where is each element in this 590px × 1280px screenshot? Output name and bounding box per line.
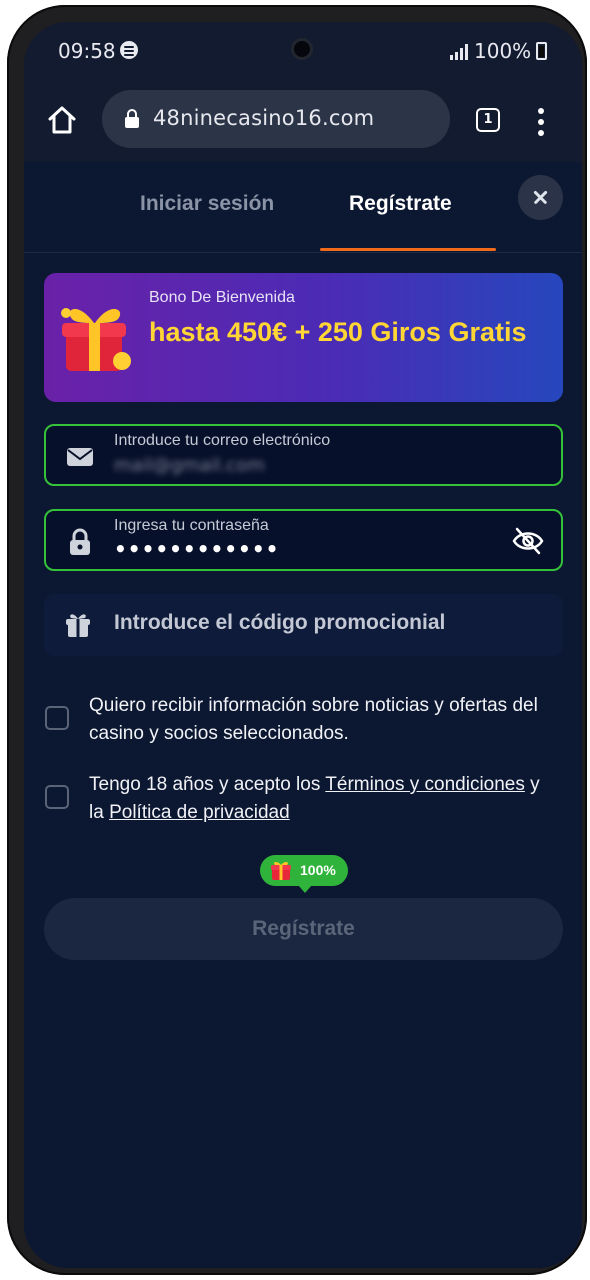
- privacy-link[interactable]: Política de privacidad: [109, 802, 290, 823]
- signal-icon: [450, 44, 470, 60]
- gift-icon: [66, 614, 90, 637]
- promo-code-field[interactable]: Introduce el código promocionial: [44, 594, 563, 656]
- phone-frame: 09:58 100% 48ninecasino16.com 1 Iniciar …: [7, 5, 587, 1275]
- tab-register[interactable]: Regístrate: [349, 192, 452, 216]
- gift-box-icon: [61, 308, 131, 371]
- camera-cutout: [294, 41, 310, 57]
- email-field[interactable]: Introduce tu correo electrónico mail@gma…: [44, 424, 563, 486]
- password-value: ••••••••••••: [114, 537, 280, 561]
- home-icon[interactable]: [46, 104, 78, 136]
- terms-text-prefix: Tengo 18 años y acepto los: [89, 774, 326, 795]
- bonus-title: hasta 450€ + 250 Giros Gratis: [149, 317, 527, 347]
- envelope-icon: [67, 448, 93, 466]
- password-label: Ingresa tu contraseña: [114, 517, 269, 534]
- hide-password-icon[interactable]: [512, 527, 544, 555]
- newsletter-consent: Quiero recibir información sobre noticia…: [44, 692, 563, 752]
- terms-checkbox[interactable]: [45, 785, 69, 809]
- close-button[interactable]: [518, 175, 563, 220]
- active-tab-indicator: [320, 248, 496, 251]
- padlock-icon: [70, 528, 90, 555]
- status-bar: 09:58 100%: [24, 22, 582, 80]
- gift-badge-icon: [271, 861, 291, 880]
- screen: 09:58 100% 48ninecasino16.com 1 Iniciar …: [24, 22, 582, 1268]
- newsletter-text: Quiero recibir información sobre noticia…: [89, 695, 538, 744]
- address-bar[interactable]: 48ninecasino16.com: [102, 90, 450, 148]
- bonus-label: Bono De Bienvenida: [149, 289, 295, 306]
- auth-tabs: Iniciar sesión Regístrate: [24, 162, 582, 253]
- status-time: 09:58: [58, 39, 116, 63]
- lock-icon: [125, 109, 139, 128]
- progress-badge: 100%: [260, 855, 348, 893]
- email-label: Introduce tu correo electrónico: [114, 432, 331, 449]
- promo-code-placeholder: Introduce el código promocionial: [114, 611, 446, 634]
- password-field[interactable]: Ingresa tu contraseña ••••••••••••: [44, 509, 563, 571]
- url-text: 48ninecasino16.com: [153, 106, 375, 130]
- welcome-bonus-banner: Bono De Bienvenida hasta 450€ + 250 Giro…: [44, 273, 563, 402]
- register-page: Iniciar sesión Regístrate Bono De Bienve…: [24, 162, 582, 1268]
- progress-percent: 100%: [300, 862, 336, 878]
- email-value: mail@gmail.com: [114, 455, 265, 476]
- browser-toolbar: 48ninecasino16.com 1: [24, 80, 582, 162]
- battery-percent: 100%: [474, 39, 532, 63]
- more-options-icon[interactable]: [537, 108, 545, 136]
- spotify-icon: [120, 41, 138, 59]
- tab-login[interactable]: Iniciar sesión: [140, 192, 274, 216]
- terms-text: Tengo 18 años y acepto los Términos y co…: [89, 771, 549, 827]
- newsletter-checkbox[interactable]: [45, 706, 69, 730]
- terms-link[interactable]: Términos y condiciones: [325, 774, 525, 795]
- age-terms-consent: Tengo 18 años y acepto los Términos y co…: [44, 771, 563, 831]
- tab-switcher-button[interactable]: 1: [476, 108, 500, 132]
- battery-icon: [536, 42, 547, 60]
- register-submit-button[interactable]: Regístrate: [44, 898, 563, 960]
